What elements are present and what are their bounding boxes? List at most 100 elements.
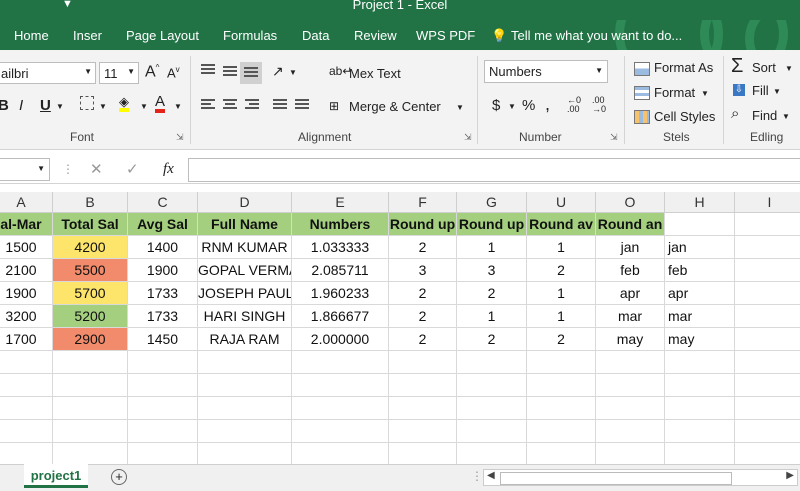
empty-cell[interactable]: [735, 420, 800, 443]
underline-dropdown-icon[interactable]: ▼: [56, 102, 64, 111]
orientation-dropdown-icon[interactable]: ▼: [289, 68, 297, 77]
borders-icon[interactable]: [80, 96, 94, 110]
table-cell[interactable]: [735, 259, 800, 282]
column-header-b[interactable]: B: [53, 192, 128, 213]
increase-indent-icon[interactable]: [295, 99, 309, 111]
empty-cell[interactable]: [457, 443, 527, 466]
tab-formulas[interactable]: Formulas: [223, 28, 277, 43]
table-cell[interactable]: may: [596, 328, 665, 351]
empty-cell[interactable]: [389, 374, 457, 397]
empty-cell[interactable]: [128, 397, 198, 420]
cell-styles-button[interactable]: Cell Styles: [654, 109, 715, 124]
table-cell[interactable]: feb: [596, 259, 665, 282]
table-cell[interactable]: 5700: [53, 282, 128, 305]
autosum-icon[interactable]: Σ: [731, 55, 743, 78]
decrease-decimal-icon[interactable]: .00 →0: [592, 96, 606, 114]
empty-cell[interactable]: [292, 397, 389, 420]
empty-cell[interactable]: [665, 397, 735, 420]
table-cell[interactable]: feb: [665, 259, 735, 282]
empty-cell[interactable]: [527, 374, 596, 397]
sort-dropdown-icon[interactable]: ▼: [785, 64, 793, 73]
table-cell[interactable]: 2: [527, 328, 596, 351]
borders-dropdown-icon[interactable]: ▼: [99, 102, 107, 111]
scroll-right-icon[interactable]: ▶: [786, 470, 794, 481]
shrink-font-button[interactable]: Av: [167, 65, 180, 80]
empty-cell[interactable]: [198, 397, 292, 420]
empty-cell[interactable]: [198, 420, 292, 443]
header-cell[interactable]: [735, 213, 800, 236]
empty-cell[interactable]: [0, 351, 53, 374]
find-icon[interactable]: ⌕: [731, 105, 739, 122]
empty-cell[interactable]: [128, 374, 198, 397]
underline-button[interactable]: U: [40, 97, 51, 114]
column-header-f[interactable]: F: [389, 192, 457, 213]
empty-cell[interactable]: [596, 397, 665, 420]
table-cell[interactable]: 5500: [53, 259, 128, 282]
insert-function-button[interactable]: fx: [163, 161, 174, 178]
table-cell[interactable]: jan: [596, 236, 665, 259]
column-header-o[interactable]: O: [596, 192, 665, 213]
empty-cell[interactable]: [292, 374, 389, 397]
align-top-icon[interactable]: [201, 64, 215, 76]
table-cell[interactable]: 1400: [128, 236, 198, 259]
table-cell[interactable]: 3200: [0, 305, 53, 328]
confirm-entry-button[interactable]: ✓: [126, 160, 139, 178]
empty-cell[interactable]: [596, 420, 665, 443]
empty-cell[interactable]: [0, 420, 53, 443]
format-as-table-button[interactable]: Format As: [654, 60, 713, 75]
sheet-tab-project1[interactable]: project1: [24, 464, 88, 488]
table-cell[interactable]: 2.085711: [292, 259, 389, 282]
empty-cell[interactable]: [53, 443, 128, 466]
table-cell[interactable]: 1700: [0, 328, 53, 351]
font-color-dropdown-icon[interactable]: ▼: [174, 102, 182, 111]
table-cell[interactable]: 2: [457, 328, 527, 351]
worksheet-grid[interactable]: ABCDEFGUOHI al-Mar Total Sal Avg Sal Full N…: [0, 192, 800, 466]
wrap-text-button[interactable]: Mex Text: [349, 66, 401, 81]
empty-cell[interactable]: [665, 420, 735, 443]
empty-cell[interactable]: [198, 374, 292, 397]
table-cell[interactable]: 5200: [53, 305, 128, 328]
empty-cell[interactable]: [128, 351, 198, 374]
table-cell[interactable]: may: [665, 328, 735, 351]
tab-page-layout[interactable]: Page Layout: [126, 28, 199, 43]
fill-color-dropdown-icon[interactable]: ▼: [140, 102, 148, 111]
table-cell[interactable]: JOSEPH PAUL: [198, 282, 292, 305]
empty-cell[interactable]: [53, 420, 128, 443]
header-cell[interactable]: Avg Sal: [128, 213, 198, 236]
empty-cell[interactable]: [527, 420, 596, 443]
empty-cell[interactable]: [292, 420, 389, 443]
empty-cell[interactable]: [53, 397, 128, 420]
empty-cell[interactable]: [292, 443, 389, 466]
header-cell[interactable]: Round av: [527, 213, 596, 236]
table-cell[interactable]: 1900: [128, 259, 198, 282]
table-cell[interactable]: [735, 328, 800, 351]
align-middle-icon[interactable]: [223, 66, 237, 78]
table-cell[interactable]: 2: [389, 282, 457, 305]
table-cell[interactable]: 1450: [128, 328, 198, 351]
bold-button[interactable]: B: [0, 97, 9, 114]
name-box[interactable]: ▼: [0, 158, 50, 181]
scroll-left-icon[interactable]: ◀: [487, 470, 495, 481]
table-cell[interactable]: 2.000000: [292, 328, 389, 351]
tab-data[interactable]: Data: [302, 28, 329, 43]
empty-cell[interactable]: [198, 351, 292, 374]
header-cell[interactable]: al-Mar: [0, 213, 53, 236]
increase-decimal-icon[interactable]: ←0.00: [567, 96, 581, 114]
table-cell[interactable]: [735, 305, 800, 328]
empty-cell[interactable]: [596, 351, 665, 374]
table-cell[interactable]: 2900: [53, 328, 128, 351]
align-right-icon[interactable]: [245, 99, 259, 111]
column-header-d[interactable]: D: [198, 192, 292, 213]
column-header-i[interactable]: I: [735, 192, 800, 213]
table-cell[interactable]: apr: [596, 282, 665, 305]
empty-cell[interactable]: [457, 351, 527, 374]
empty-cell[interactable]: [735, 351, 800, 374]
header-cell[interactable]: Round an: [596, 213, 665, 236]
align-center-icon[interactable]: [223, 99, 237, 111]
header-cell[interactable]: Full Name: [198, 213, 292, 236]
format-as-table-dropdown[interactable]: Format: [654, 85, 695, 100]
empty-cell[interactable]: [389, 443, 457, 466]
empty-cell[interactable]: [527, 443, 596, 466]
empty-cell[interactable]: [0, 397, 53, 420]
table-cell[interactable]: RAJA RAM: [198, 328, 292, 351]
